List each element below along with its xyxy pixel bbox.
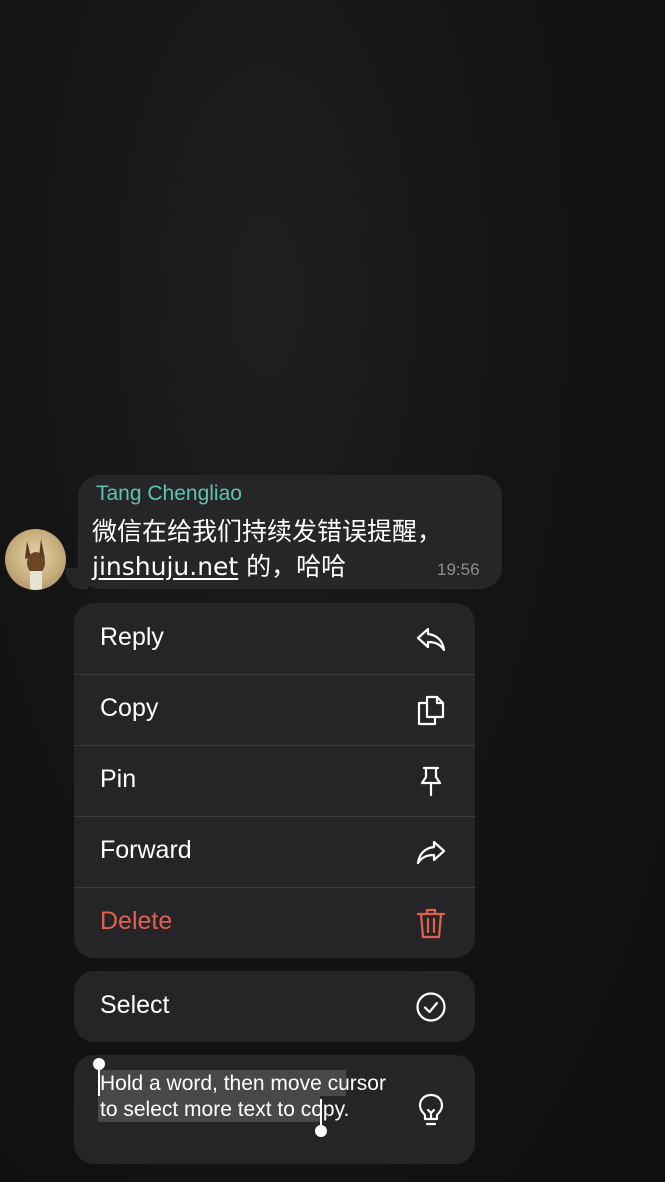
message-text-line: 微信在给我们持续发错误提醒， (92, 517, 443, 546)
menu-item-forward[interactable]: Forward (74, 816, 475, 887)
menu-item-copy[interactable]: Copy (74, 674, 475, 745)
menu-item-delete[interactable]: Delete (74, 887, 475, 958)
menu-item-select[interactable]: Select (74, 971, 475, 1042)
menu-item-label: Select (100, 991, 170, 1019)
tip-text: Hold a word, then move cursor to select … (100, 1072, 386, 1121)
lightbulb-icon (418, 1093, 444, 1126)
pin-icon (420, 766, 442, 797)
context-menu: Reply Copy Pin Forward Delete (74, 603, 475, 958)
message-timestamp: 19:56 (437, 560, 480, 579)
menu-item-label: Forward (100, 836, 192, 864)
forward-icon (416, 840, 446, 865)
selection-end-caret (320, 1099, 322, 1125)
message-text-line: jinshuju.net 的，哈哈 (92, 547, 346, 583)
menu-item-reply[interactable]: Reply (74, 603, 475, 674)
menu-item-pin[interactable]: Pin (74, 745, 475, 816)
message-link[interactable]: jinshuju.net (92, 552, 238, 581)
menu-item-label: Copy (100, 694, 159, 722)
selection-start-caret (98, 1068, 100, 1096)
trash-icon (416, 908, 446, 939)
message-text-suffix: 的，哈哈 (238, 552, 347, 581)
sender-name[interactable]: Tang Chengliao (96, 482, 242, 506)
tip-box: Hold a word, then move cursor to select … (74, 1055, 475, 1164)
checkmark-circle-icon (416, 992, 446, 1022)
menu-item-label: Pin (100, 765, 137, 793)
copy-icon (417, 695, 445, 726)
reply-icon (416, 627, 446, 652)
menu-item-label: Delete (100, 907, 173, 935)
menu-item-label: Reply (100, 623, 164, 651)
selection-end-handle[interactable] (315, 1125, 327, 1137)
